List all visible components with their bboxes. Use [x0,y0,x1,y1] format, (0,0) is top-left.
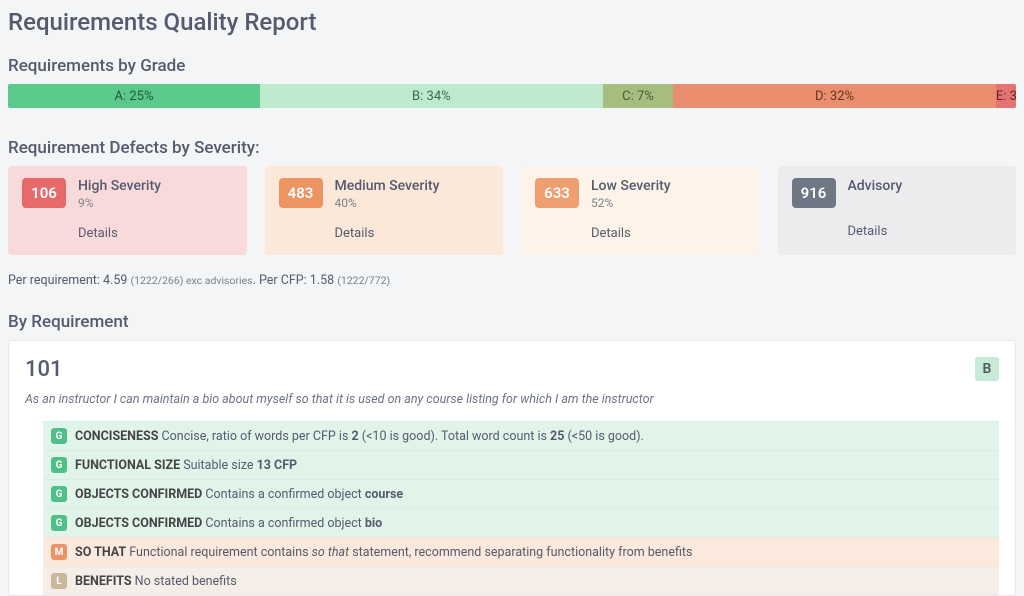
defect-level-badge: G [51,428,67,444]
defect-level-badge: G [51,515,67,531]
severity-details-link[interactable]: Details [848,224,1003,239]
defect-level-badge: L [51,573,67,589]
grade-segment-2[interactable]: C: 7% [603,84,674,108]
summary-per-req-label: Per requirement: [8,273,103,288]
defect-text: OBJECTS CONFIRMED Contains a confirmed o… [75,516,382,531]
grade-segment-1[interactable]: B: 34% [260,84,603,108]
requirement-id: 101 [25,357,63,382]
severity-count: 633 [535,178,579,208]
defect-row: L BENEFITS No stated benefits [43,566,999,595]
severity-card-0: 106 High Severity 9% Details [8,166,247,255]
severity-title: High Severity [78,178,161,194]
summary-line: Per requirement: 4.59 (1222/266) exc adv… [8,273,1016,288]
summary-per-req-detail: (1222/266) exc advisories [131,274,253,287]
defect-row: G OBJECTS CONFIRMED Contains a confirmed … [43,508,999,537]
severity-title: Medium Severity [335,178,440,194]
severity-details-link[interactable]: Details [78,226,233,241]
requirement-description: As an instructor I can maintain a bio ab… [25,392,999,407]
severity-details-link[interactable]: Details [591,226,746,241]
defect-level-badge: G [51,457,67,473]
page-title: Requirements Quality Report [8,8,1016,36]
defect-row: G FUNCTIONAL SIZE Suitable size 13 CFP [43,450,999,479]
summary-per-cfp-label: . Per CFP: [253,273,310,288]
summary-per-cfp-detail: (1222/772) [337,274,390,287]
summary-per-cfp-value: 1.58 [310,273,334,288]
grade-badge: B [975,357,999,381]
severity-card-1: 483 Medium Severity 40% Details [265,166,504,255]
severity-percent: 52% [591,196,671,210]
defect-text: OBJECTS CONFIRMED Contains a confirmed o… [75,487,403,502]
severity-details-link[interactable]: Details [335,226,490,241]
severity-count: 483 [279,178,323,208]
defect-text: SO THAT Functional requirement contains … [75,545,692,560]
severity-card-2: 633 Low Severity 52% Details [521,166,760,255]
defect-text: BENEFITS No stated benefits [75,574,237,589]
severity-title: Low Severity [591,178,671,194]
severity-row: 106 High Severity 9% Details 483 Medium Sever… [8,166,1016,255]
severity-section-title: Requirement Defects by Severity: [8,138,1016,158]
defect-text: CONCISENESS Concise, ratio of words per … [75,429,644,444]
requirement-card: 101 B As an instructor I can maintain a … [8,340,1016,596]
severity-title: Advisory [848,178,903,194]
severity-percent: 9% [78,196,161,210]
grade-segment-0[interactable]: A: 25% [8,84,260,108]
severity-percent: 40% [335,196,440,210]
grades-section-title: Requirements by Grade [8,56,1016,76]
grade-segment-3[interactable]: D: 32% [673,84,996,108]
severity-count: 106 [22,178,66,208]
defect-text: FUNCTIONAL SIZE Suitable size 13 CFP [75,458,297,473]
severity-count: 916 [792,178,836,208]
by-requirement-title: By Requirement [8,312,1016,332]
defect-level-badge: M [51,544,67,560]
severity-card-3: 916 Advisory Details [778,166,1017,255]
summary-per-req-value: 4.59 [103,273,127,288]
defect-row: M SO THAT Functional requirement contains… [43,537,999,566]
grade-bar: A: 25%B: 34%C: 7%D: 32%E: 3% [8,84,1016,108]
defect-row: G CONCISENESS Concise, ratio of words per… [43,421,999,450]
grade-segment-4[interactable]: E: 3% [996,84,1016,108]
defect-level-badge: G [51,486,67,502]
defect-row: G OBJECTS CONFIRMED Contains a confirmed … [43,479,999,508]
defect-list: G CONCISENESS Concise, ratio of words per… [43,421,999,595]
